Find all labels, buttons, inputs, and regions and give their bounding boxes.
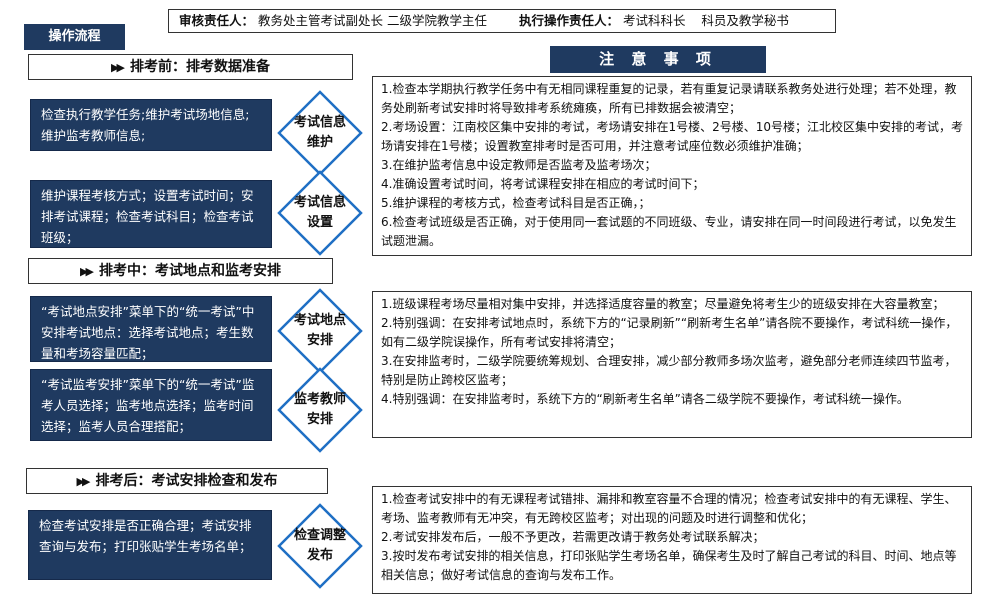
- note-item: 5.维护课程的考核方式，检查考试科目是否正确，；: [381, 196, 651, 210]
- phase-during-step-2-diamond: 监考教师安排: [277, 367, 363, 453]
- phase-before-step-1-box: 检查执行教学任务;维护考试场地信息;维护监考教师信息;: [30, 99, 272, 151]
- phase-during-step-1-diamond: 考试地点安排: [277, 288, 363, 374]
- note-item: 2.考试安排发布后，一般不予更改，若需更改请于教务处考试联系解决；: [381, 530, 765, 544]
- diamond-label: 检查调整发布: [293, 528, 346, 563]
- phase-after-title: ▶▶ 排考后：考试安排检查和发布: [26, 468, 328, 494]
- phase-after-step-1-diamond: 检查调整发布: [277, 503, 363, 589]
- double-arrow-icon: ▶▶: [80, 265, 94, 278]
- phase-during-label: 排考中：考试地点和监考安排: [98, 263, 281, 279]
- phase-before-label: 排考前：排考数据准备: [129, 59, 270, 75]
- phase-during-notes: 1.班级课程考场尽量相对集中安排，并选择适度容量的教室；尽量避免将考生少的班级安…: [372, 291, 972, 438]
- responsibility-header: 审核责任人： 教务处主管考试副处长 二级学院教学主任 执行操作责任人： 考试科科…: [168, 9, 836, 33]
- diamond-label: 监考教师安排: [293, 392, 346, 427]
- phase-after-label: 排考后：考试安排检查和发布: [95, 473, 278, 489]
- phase-during-title: ▶▶ 排考中：考试地点和监考安排: [28, 258, 333, 284]
- diamond-label: 考试地点安排: [293, 313, 346, 348]
- executor-value: 考试科科长 科员及教学秘书: [622, 13, 789, 28]
- diamond-label: 考试信息设置: [293, 195, 346, 230]
- phase-after-step-1-box: 检查考试安排是否正确合理；考试安排查询与发布；打印张贴学生考场名单；: [28, 510, 272, 580]
- note-item: 2.特别强调：在安排考试地点时，系统下方的“记录刷新”“刷新考生名单”请各院不要…: [381, 316, 958, 349]
- double-arrow-icon: ▶▶: [76, 475, 91, 488]
- note-item: 3.在维护监考信息中设定教师是否监考及监考场次；: [381, 158, 657, 172]
- phase-before-notes: 1.检查本学期执行教学任务中有无相同课程重复的记录，若有重复记录请联系教务处进行…: [372, 76, 972, 256]
- phase-before-title: ▶▶ 排考前：排考数据准备: [28, 54, 353, 80]
- phase-before-step-1-diamond: 考试信息维护: [277, 90, 363, 176]
- note-item: 4.特别强调：在安排监考时，系统下方的“刷新考生名单”请各二级学院不要操作，考试…: [381, 392, 909, 406]
- notice-title: 注 意 事 项: [550, 46, 766, 73]
- note-item: 1.班级课程考场尽量相对集中安排，并选择适度容量的教室；尽量避免将考生少的班级安…: [381, 297, 945, 311]
- note-item: 1.检查考试安排中的有无课程考试错排、漏排和教室容量不合理的情况；检查考试安排中…: [381, 492, 957, 525]
- phase-before-step-2-diamond: 考试信息设置: [277, 170, 363, 256]
- double-arrow-icon: ▶▶: [111, 61, 125, 74]
- diamond-label: 考试信息维护: [293, 115, 346, 150]
- note-item: 6.检查考试班级是否正确，对于使用同一套试题的不同班级、专业，请安排在同一时间段…: [381, 215, 957, 248]
- note-item: 2.考场设置：江南校区集中安排的考试，考场请安排在1号楼、2号楼、10号楼；江北…: [381, 120, 963, 153]
- reviewer-value: 教务处主管考试副处长 二级学院教学主任: [258, 13, 487, 28]
- note-item: 3.按时发布考试安排的相关信息，打印张贴学生考场名单，确保考生及时了解自己考试的…: [381, 549, 957, 582]
- executor-label: 执行操作责任人：: [518, 13, 619, 28]
- flow-tag: 操作流程: [24, 24, 125, 50]
- note-item: 4.准确设置考试时间，将考试课程安排在相应的考试时间下；: [381, 177, 705, 191]
- note-item: 3.在安排监考时，二级学院要统筹规划、合理安排，减少部分教师多场次监考，避免部分…: [381, 354, 957, 387]
- phase-during-step-1-box: “考试地点安排”菜单下的“统一考试”中安排考试地点：选择考试地点；考生数量和考场…: [30, 296, 272, 362]
- phase-after-notes: 1.检查考试安排中的有无课程考试错排、漏排和教室容量不合理的情况；检查考试安排中…: [372, 486, 972, 594]
- phase-before-step-2-box: 维护课程考核方式；设置考试时间；安排考试课程；检查考试科目；检查考试班级；: [30, 180, 272, 248]
- note-item: 1.检查本学期执行教学任务中有无相同课程重复的记录，若有重复记录请联系教务处进行…: [381, 82, 957, 115]
- phase-during-step-2-box: “考试监考安排”菜单下的“统一考试”监考人员选择；监考地点选择；监考时间选择；监…: [30, 369, 272, 441]
- reviewer-label: 审核责任人：: [179, 13, 255, 28]
